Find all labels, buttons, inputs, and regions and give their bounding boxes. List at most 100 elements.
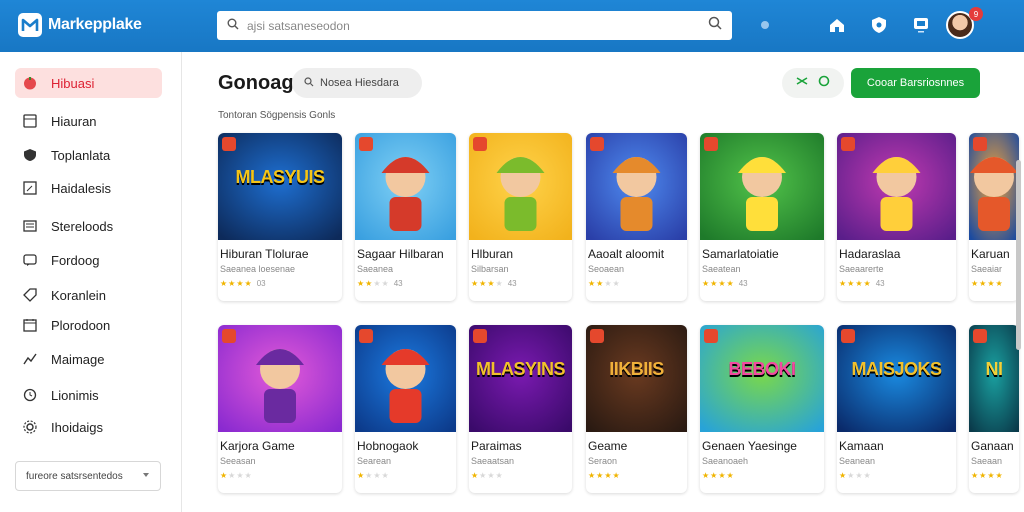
game-card[interactable]: MAISJOKS Kamaan Seanean ★★★★ (837, 325, 956, 493)
game-card[interactable]: Karjora Game Seeasan ★★★★ (218, 325, 342, 493)
sidebar-item-ihoidaigs[interactable]: Ihoidaigs (15, 412, 162, 442)
game-rating: ★★★★ (702, 471, 739, 480)
sidebar-item-label: Maimage (51, 351, 105, 367)
sidebar-item-maimage[interactable]: Maimage (15, 344, 162, 374)
rating-stars: ★★★★ (971, 279, 1004, 288)
page-title: Gonoag (218, 72, 294, 94)
rating-stars: ★★★★ (839, 279, 872, 288)
game-card[interactable]: Sagaar Hilbaran Saeanea ★★★★ 43 (355, 133, 456, 301)
monitor-icon[interactable] (910, 14, 932, 36)
gear-icon (23, 420, 37, 434)
search-submit-icon[interactable] (708, 16, 722, 35)
message-icon (23, 253, 37, 267)
game-subtitle: Searean (357, 456, 392, 466)
search-bar[interactable] (217, 11, 732, 40)
game-title: Karjora Game (220, 439, 295, 453)
game-card[interactable]: Hadaraslaa Saeaarerte ★★★★ 43 (837, 133, 956, 301)
game-title: Karuan (971, 247, 1010, 261)
game-title: Hobnogaok (357, 439, 419, 453)
search-input[interactable] (247, 18, 700, 33)
game-title: Kamaan (839, 439, 884, 453)
rating-stars: ★★★★ (220, 471, 253, 480)
rating-stars: ★★★★ (702, 279, 735, 288)
tomato-icon (23, 76, 37, 90)
game-subtitle: Seeasan (220, 456, 256, 466)
primary-action-button[interactable]: Cooar Barsriosnnes (851, 68, 980, 98)
game-logo-text: BEBOKI (728, 359, 796, 379)
section-label: Tontoran Sögpensis Gonls (218, 110, 336, 121)
game-card[interactable]: BEBOKI Genaen Yaesinge Saeanoaeh ★★★★ (700, 325, 824, 493)
refresh-icon (818, 74, 830, 92)
home-icon[interactable] (826, 14, 848, 36)
game-card[interactable]: IIKBIIS Geame Seraon ★★★★ (586, 325, 687, 493)
sidebar-select[interactable]: fureore satsrsentedos (15, 461, 161, 491)
game-card[interactable]: Karuan Saeaiar ★★★★ (969, 133, 1019, 301)
game-logo-text: NI (985, 359, 1004, 379)
game-rating: ★★★★ (971, 471, 1008, 480)
main-content: Gonoag Nosea Hiesdara Cooar Barsriosnnes… (182, 52, 1024, 512)
calendar-icon (23, 318, 37, 332)
game-card[interactable]: MLASYUIS Hiburan Tlolurae Saeanea loesenae… (218, 133, 342, 301)
game-subtitle: Saeaiar (971, 264, 1003, 274)
chevron-down-icon (142, 470, 150, 483)
game-logo-text: IIKBIIS (609, 359, 664, 379)
sidebar-item-label: Lionimis (51, 387, 99, 403)
game-card[interactable]: MLASYINS Paraimas Saeaatsan ★★★★ (469, 325, 572, 493)
game-thumbnail: MLASYINS (469, 325, 572, 432)
sidebar-item-fordoog[interactable]: Fordoog (15, 245, 162, 275)
status-dot-icon[interactable] (754, 14, 776, 36)
sidebar-item-plorodoon[interactable]: Plorodoon (15, 310, 162, 340)
top-bar: Markepplake 9 (0, 0, 1024, 52)
marketplace-logo-icon (18, 13, 42, 37)
sidebar-item-toplanlata[interactable]: Toplanlata (15, 140, 162, 170)
sidebar-item-hiauran[interactable]: Hiauran (15, 106, 162, 136)
game-card[interactable]: Aaoalt aloomit Seoaean ★★★★ (586, 133, 687, 301)
search-icon (227, 17, 239, 35)
list-icon (23, 219, 37, 233)
rating-stars: ★★★★ (471, 279, 504, 288)
top-actions (754, 14, 932, 36)
rating-stars: ★★★★ (839, 471, 872, 480)
game-logo-text: MAISJOKS (851, 359, 942, 379)
game-title: Sagaar Hilbaran (357, 247, 444, 261)
notification-badge: 9 (969, 7, 983, 21)
sidebar-item-hibuasi[interactable]: Hibuasi (15, 68, 162, 98)
sidebar-item-label: Stereloods (51, 218, 114, 234)
sidebar-item-koranlein[interactable]: Koranlein (15, 280, 162, 310)
game-subtitle: Saeaan (971, 456, 1003, 466)
game-title: Hadaraslaa (839, 247, 901, 261)
shield-icon[interactable] (868, 14, 890, 36)
view-toggle-button[interactable] (782, 68, 844, 98)
scrollbar[interactable] (1015, 60, 1021, 512)
game-title: Hlburan (471, 247, 514, 261)
game-thumbnail: IIKBIIS (586, 325, 687, 432)
sidebar-item-lionimis[interactable]: Lionimis (15, 380, 162, 410)
rating-count: 03 (256, 279, 266, 288)
game-card[interactable]: Hlburan Silbarsan ★★★★ 43 (469, 133, 572, 301)
sidebar-item-haidalesis[interactable]: Haidalesis (15, 173, 162, 203)
game-card[interactable]: NI Ganaan Saeaan ★★★★ (969, 325, 1019, 493)
logo[interactable]: Markepplake (18, 13, 142, 37)
game-thumbnail (469, 133, 572, 240)
rating-count: 43 (393, 279, 403, 288)
game-card[interactable]: Samarlatoiatie Saeatean ★★★★ 43 (700, 133, 824, 301)
game-rating: ★★★★ 43 (839, 279, 885, 288)
game-rating: ★★★★ (220, 471, 257, 480)
rating-stars: ★★★★ (220, 279, 253, 288)
filter-chip-label: Nosea Hiesdara (320, 77, 399, 89)
game-card[interactable]: Hobnogaok Searean ★★★★ (355, 325, 456, 493)
shield-icon (23, 148, 37, 162)
scrollbar-thumb[interactable] (1016, 160, 1021, 350)
game-subtitle: Seraon (588, 456, 618, 466)
game-subtitle: Saeanoaeh (702, 456, 749, 466)
clock-icon (23, 388, 37, 402)
sidebar-item-label: Fordoog (51, 252, 100, 268)
rating-stars: ★★★★ (588, 471, 621, 480)
game-subtitle: Seoaean (588, 264, 625, 274)
game-rating: ★★★★ 43 (357, 279, 403, 288)
sidebar-item-stereloods[interactable]: Stereloods (15, 211, 162, 241)
filter-chip[interactable]: Nosea Hiesdara (292, 68, 422, 98)
shuffle-icon (796, 74, 808, 92)
game-subtitle: Silbarsan (471, 264, 509, 274)
rating-stars: ★★★★ (702, 471, 735, 480)
